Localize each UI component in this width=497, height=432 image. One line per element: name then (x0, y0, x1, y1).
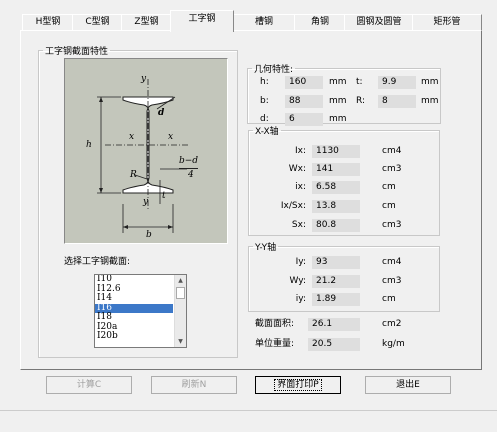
section-listbox[interactable]: I10 I12.6 I14 I16 I18 I20a I20b ▲ ▼ (94, 274, 187, 348)
list-item[interactable]: I20b (95, 331, 173, 342)
weight-label: 单位重量: (255, 339, 295, 349)
print-button[interactable]: 界面打印P (255, 376, 341, 394)
h-unit: mm (329, 77, 347, 87)
select-section-label: 选择工字钢截面: (64, 257, 131, 267)
label-d: d (158, 108, 165, 118)
weight-unit: kg/m (382, 339, 405, 349)
section-properties-title: 工字钢截面特性 (45, 47, 109, 57)
ry-label: iy: (295, 294, 306, 304)
t-unit: mm (421, 77, 439, 87)
ry-value: 1.89 (312, 293, 360, 306)
label-y-top: y (141, 74, 147, 84)
t-label: t: (356, 77, 363, 87)
tab-round[interactable]: 圆钢及圆管 (344, 14, 414, 30)
ix-unit: cm4 (382, 146, 402, 156)
b-unit: mm (329, 96, 347, 106)
tab-c-steel[interactable]: C型钢 (72, 14, 123, 30)
xx-axis-title: X-X轴 (255, 127, 279, 137)
ix-sx-label: Ix/Sx: (280, 201, 306, 211)
sx-label: Sx: (291, 220, 306, 230)
yy-axis-title: Y-Y轴 (255, 243, 277, 253)
ix-sx-value: 13.8 (312, 200, 360, 213)
label-y-bottom: y (143, 197, 149, 207)
r-unit: mm (421, 96, 439, 106)
ix-sx-unit: cm (382, 201, 396, 211)
tab-rect-tube[interactable]: 矩形管 (412, 14, 482, 30)
refresh-button[interactable]: 刷新N (151, 376, 237, 394)
rx-label: ix: (295, 182, 306, 192)
ry-unit: cm (382, 294, 396, 304)
label-x-left: x (129, 132, 135, 142)
scroll-down-icon[interactable]: ▼ (175, 336, 186, 347)
status-bar (0, 410, 497, 432)
r-label: R: (356, 96, 366, 106)
list-scrollbar[interactable]: ▲ ▼ (174, 275, 186, 347)
t-value: 9.9 (378, 76, 416, 89)
label-h: h (86, 140, 92, 150)
wy-value: 21.2 (312, 275, 360, 288)
iy-label: Iy: (295, 257, 306, 267)
wx-value: 141 (312, 163, 360, 176)
iy-unit: cm4 (382, 257, 402, 267)
tab-h-steel[interactable]: H型钢 (22, 14, 74, 30)
iy-value: 93 (312, 256, 360, 269)
ix-value: 1130 (312, 145, 360, 158)
label-t: t (162, 191, 166, 201)
ix-label: Ix: (294, 146, 306, 156)
wx-unit: cm3 (382, 164, 402, 174)
tab-i-beam[interactable]: 工字钢 (170, 10, 234, 32)
area-value: 26.1 (308, 318, 360, 331)
sx-unit: cm3 (382, 220, 402, 230)
rx-unit: cm (382, 182, 396, 192)
area-label: 截面面积: (255, 319, 295, 329)
tab-z-steel[interactable]: Z型钢 (121, 14, 172, 30)
label-R: R (130, 170, 137, 180)
tab-angle[interactable]: 角钢 (294, 14, 346, 30)
geometry-title: 几何特性: (254, 65, 294, 75)
h-value: 160 (285, 76, 323, 89)
exit-button[interactable]: 退出E (365, 376, 451, 394)
sx-value: 80.8 (312, 219, 360, 232)
label-bd-numerator: b−d (179, 155, 199, 169)
scroll-up-icon[interactable]: ▲ (175, 275, 186, 286)
area-unit: cm2 (382, 319, 402, 329)
r-value: 8 (378, 95, 416, 108)
b-value: 88 (285, 95, 323, 108)
b-label: b: (260, 96, 269, 106)
wy-unit: cm3 (382, 276, 402, 286)
weight-value: 20.5 (308, 338, 360, 351)
i-beam-diagram: y x x d h R y b t b−d 4 (64, 58, 228, 244)
label-b: b (146, 230, 152, 240)
label-bd-denominator: 4 (188, 170, 194, 180)
h-label: h: (260, 77, 269, 87)
calc-button[interactable]: 计算C (46, 376, 132, 394)
wx-label: Wx: (288, 164, 306, 174)
wy-label: Wy: (289, 276, 306, 286)
label-x-right: x (168, 132, 174, 142)
tab-channel[interactable]: 槽钢 (232, 14, 296, 30)
section-type-tabs: H型钢 C型钢 Z型钢 工字钢 槽钢 角钢 圆钢及圆管 矩形管 (22, 10, 482, 32)
rx-value: 6.58 (312, 181, 360, 194)
scroll-thumb[interactable] (176, 287, 185, 299)
